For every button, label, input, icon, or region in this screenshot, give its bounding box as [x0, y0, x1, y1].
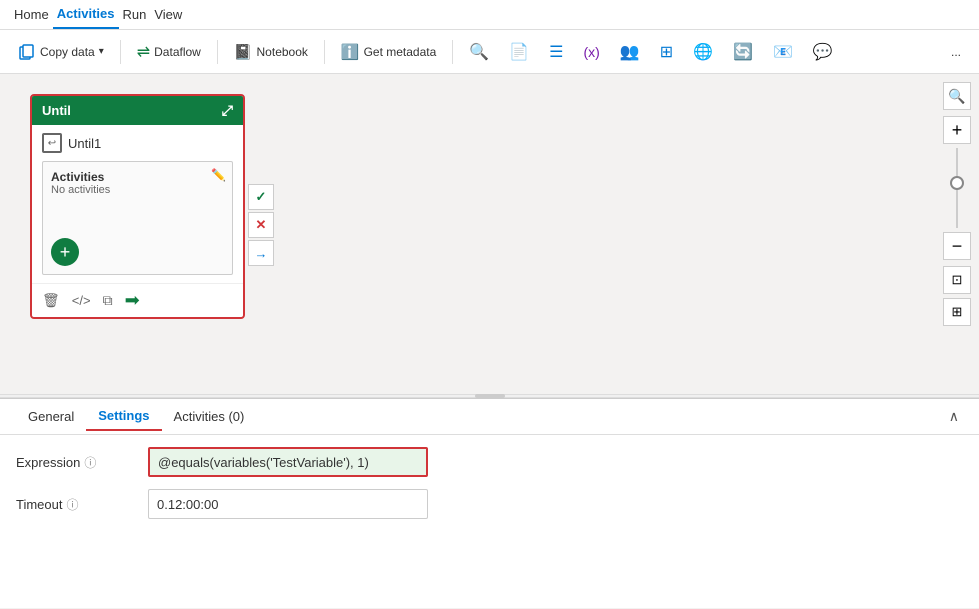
until-header: Until ⤢ [32, 96, 243, 125]
people-icon: 👥 [620, 42, 640, 62]
expression-label: Expression ⓘ [16, 454, 136, 471]
search-canvas-button[interactable]: 🔍 [943, 82, 971, 110]
dataflow-button[interactable]: ⇌ Dataflow [129, 36, 209, 68]
toolbar-sep-2 [217, 40, 218, 64]
more-label: ... [951, 45, 961, 59]
zoom-controls: 🔍 + − ⊡ ⊞ [943, 82, 971, 326]
bottom-form: Expression ⓘ Timeout ⓘ [0, 435, 979, 531]
outlook-icon: 📧 [773, 42, 793, 62]
list-icon: ☰ [549, 42, 563, 62]
toolbar-sep-1 [120, 40, 121, 64]
notebook-icon: 📓 [234, 43, 253, 61]
tab-activities[interactable]: Activities (0) [162, 403, 257, 430]
toolbar-sep-4 [452, 40, 453, 64]
pipeline-icon: 📄 [509, 42, 529, 62]
delete-icon[interactable]: 🗑 [42, 292, 60, 309]
notebook-label: Notebook [257, 45, 308, 59]
refresh-button[interactable]: 🔄 [725, 36, 761, 68]
nav-item-home[interactable]: Home [10, 0, 53, 29]
get-metadata-icon: ℹ️ [341, 43, 360, 61]
zoom-out-button[interactable]: − [943, 232, 971, 260]
split-icon: ⊞ [660, 42, 673, 62]
activities-inner-label: Activities [51, 170, 224, 184]
pipeline-button[interactable]: 📄 [501, 36, 537, 68]
tab-settings[interactable]: Settings [86, 402, 161, 431]
get-metadata-label: Get metadata [364, 45, 437, 59]
until-body: ↩ Until1 Activities No activities ✏️ + [32, 125, 243, 275]
zoom-slider-track [956, 148, 958, 228]
expression-row: Expression ⓘ [16, 447, 963, 477]
timeout-label: Timeout ⓘ [16, 496, 136, 513]
copy-data-dropdown-icon: ▾ [99, 46, 104, 57]
completion-action-button[interactable]: → [248, 240, 274, 266]
teams-button[interactable]: 💬 [805, 36, 841, 68]
fit-view-button[interactable]: ⊡ [943, 266, 971, 294]
canvas-area: Until ⤢ ↩ Until1 Activities No activitie… [0, 74, 979, 394]
outlook-button[interactable]: 📧 [765, 36, 801, 68]
until-instance-name: Until1 [68, 136, 101, 151]
copy-data-icon [18, 43, 36, 61]
timeout-row: Timeout ⓘ [16, 489, 963, 519]
until-footer: 🗑 </> ⧉ ➡ [32, 283, 243, 317]
expression-info-icon[interactable]: ⓘ [84, 454, 96, 471]
timeout-info-icon[interactable]: ⓘ [66, 496, 78, 513]
toolbar-sep-3 [324, 40, 325, 64]
success-action-button[interactable]: ✓ [248, 184, 274, 210]
get-metadata-button[interactable]: ℹ️ Get metadata [333, 36, 444, 68]
people-button[interactable]: 👥 [612, 36, 648, 68]
dataflow-icon: ⇌ [137, 42, 150, 62]
copy-data-button[interactable]: Copy data ▾ [10, 36, 112, 68]
split-button[interactable]: ⊞ [652, 36, 681, 68]
code-icon[interactable]: </> [72, 293, 91, 308]
edit-pencil-icon[interactable]: ✏️ [211, 168, 226, 182]
add-activity-button[interactable]: + [51, 238, 79, 266]
grid-view-button[interactable]: ⊞ [943, 298, 971, 326]
notebook-button[interactable]: 📓 Notebook [226, 36, 316, 68]
until-title-row: ↩ Until1 [42, 133, 233, 153]
teams-icon: 💬 [813, 42, 833, 62]
zoom-slider-thumb[interactable] [950, 176, 964, 190]
variable-button[interactable]: (x) [575, 36, 607, 68]
variable-icon: (x) [583, 44, 599, 60]
tab-general[interactable]: General [16, 403, 86, 430]
zoom-in-button[interactable]: + [943, 116, 971, 144]
globe-button[interactable]: 🌐 [685, 36, 721, 68]
top-nav: Home Activities Run View [0, 0, 979, 30]
expression-input[interactable] [148, 447, 428, 477]
add-icon: + [60, 242, 71, 263]
loop-icon: ↩ [42, 133, 62, 153]
more-button[interactable]: ... [943, 36, 969, 68]
bottom-tabs-bar: General Settings Activities (0) ∧ [0, 399, 979, 435]
nav-item-activities[interactable]: Activities [53, 0, 119, 29]
timeout-input[interactable] [148, 489, 428, 519]
activities-inner-box[interactable]: Activities No activities ✏️ + [42, 161, 233, 275]
canvas-main[interactable]: Until ⤢ ↩ Until1 Activities No activitie… [0, 74, 979, 394]
dataflow-label: Dataflow [154, 45, 201, 59]
activities-inner-sublabel: No activities [51, 184, 224, 196]
copy-data-label: Copy data [40, 45, 95, 59]
nav-item-view[interactable]: View [150, 0, 186, 29]
side-actions: ✓ ✕ → [248, 184, 274, 266]
refresh-icon: 🔄 [733, 42, 753, 62]
list-button[interactable]: ☰ [541, 36, 571, 68]
toolbar: Copy data ▾ ⇌ Dataflow 📓 Notebook ℹ️ Get… [0, 30, 979, 74]
search-toolbar-button[interactable]: 🔍 [461, 36, 497, 68]
failure-action-button[interactable]: ✕ [248, 212, 274, 238]
search-toolbar-icon: 🔍 [469, 42, 489, 62]
until-activity-box[interactable]: Until ⤢ ↩ Until1 Activities No activitie… [30, 94, 245, 319]
divider-knob [475, 394, 505, 398]
bottom-panel: General Settings Activities (0) ∧ Expres… [0, 398, 979, 608]
globe-icon: 🌐 [693, 42, 713, 62]
copy-icon[interactable]: ⧉ [103, 292, 113, 309]
run-icon[interactable]: ➡ [125, 290, 140, 311]
timeout-label-text: Timeout [16, 497, 62, 512]
nav-item-run[interactable]: Run [119, 0, 151, 29]
expression-label-text: Expression [16, 455, 80, 470]
until-expand-icon[interactable]: ⤢ [222, 102, 233, 119]
until-title: Until [42, 103, 71, 118]
collapse-panel-button[interactable]: ∧ [945, 404, 963, 429]
